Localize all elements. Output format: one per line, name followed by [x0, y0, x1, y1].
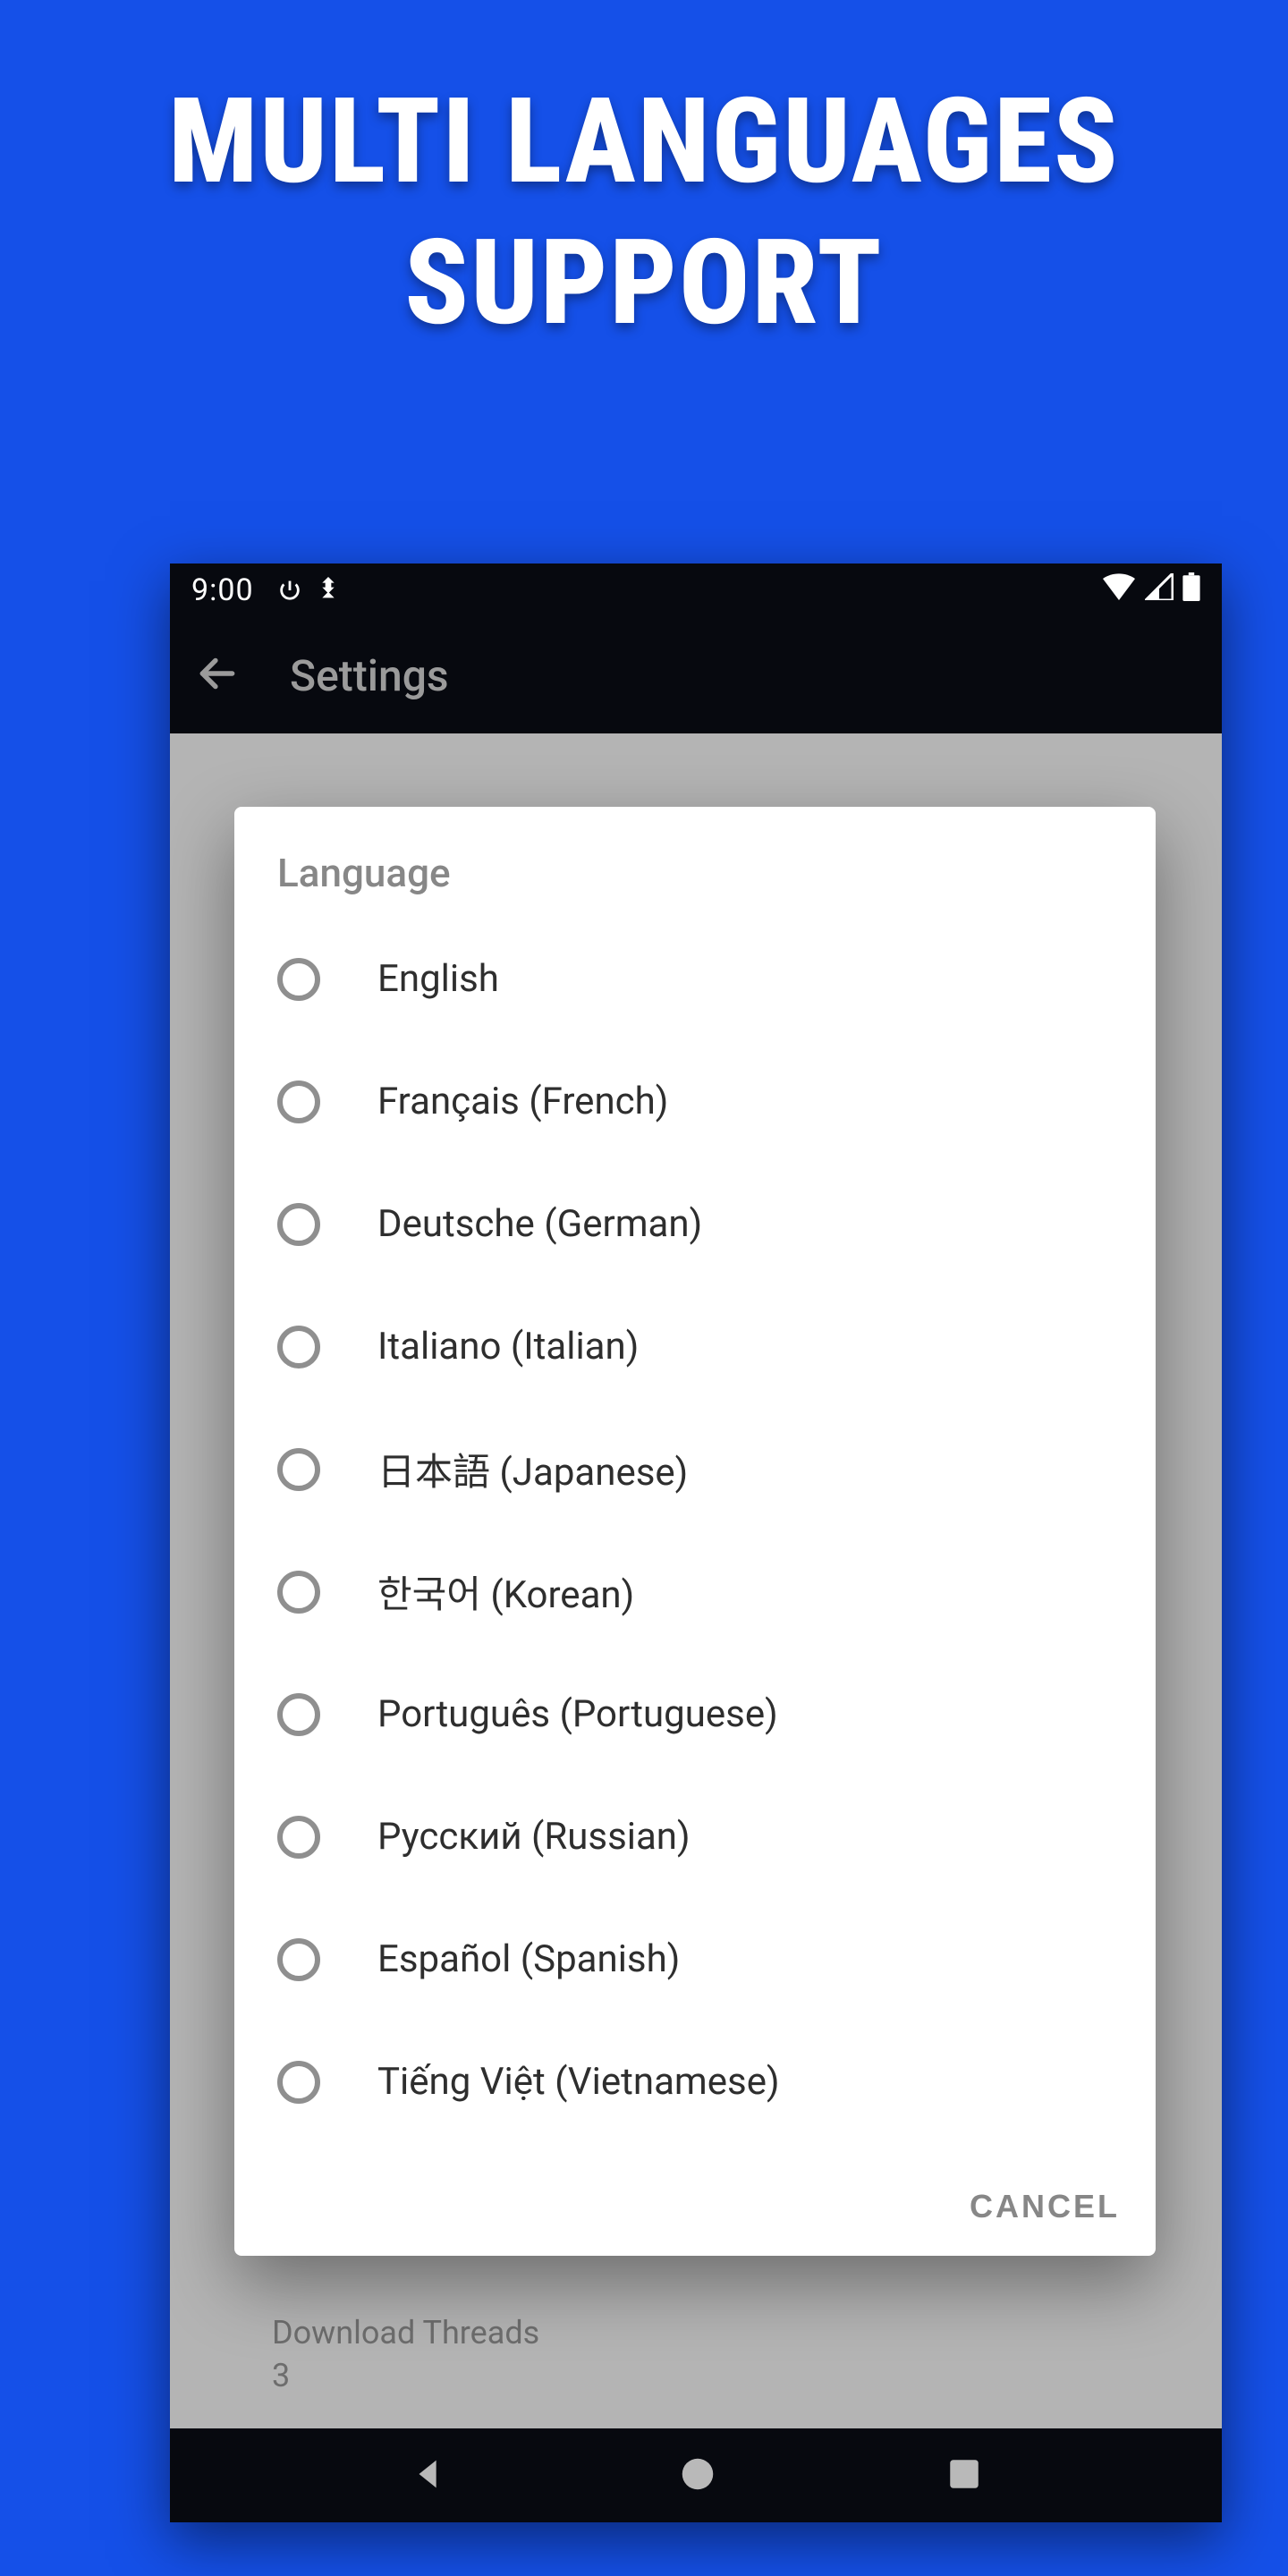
download-threads-label: Download Threads — [272, 2311, 898, 2355]
app-bar: Settings — [170, 617, 1222, 733]
download-threads-value: 3 — [272, 2354, 898, 2398]
power-icon — [277, 578, 302, 603]
radio-icon — [277, 958, 320, 1001]
radio-icon — [277, 1693, 320, 1736]
language-option[interactable]: Русский (Russian) — [267, 1775, 1123, 1898]
cell-signal-icon — [1145, 572, 1174, 608]
language-option-label: Deutsche (German) — [377, 1202, 702, 1246]
language-option-label: Español (Spanish) — [377, 1937, 680, 1981]
language-option[interactable]: Português (Portuguese) — [267, 1653, 1123, 1775]
language-option-label: 한국어 (Korean) — [377, 1564, 634, 1619]
radio-icon — [277, 1938, 320, 1981]
download-threads-row: Download Threads 3 — [272, 2311, 898, 2398]
language-option-label: English — [377, 957, 499, 1001]
language-option-label: Português (Portuguese) — [377, 1692, 778, 1736]
back-arrow-icon[interactable] — [195, 651, 240, 699]
appbar-title: Settings — [290, 650, 449, 701]
radio-icon — [277, 1326, 320, 1368]
language-option[interactable]: Italiano (Italian) — [267, 1285, 1123, 1408]
status-clock: 9:00 — [191, 572, 254, 608]
phone-frame: 9:00 Settings Download Threads — [170, 564, 1222, 2522]
language-option-label: 日本語 (Japanese) — [377, 1442, 688, 1496]
status-bar: 9:00 — [170, 564, 1222, 617]
promo-line2: SUPPORT — [0, 213, 1288, 354]
promo-heading: MULTI LANGUAGES SUPPORT — [0, 0, 1288, 355]
battery-icon — [1182, 572, 1200, 609]
radio-icon — [277, 1816, 320, 1859]
cancel-button[interactable]: CANCEL — [970, 2188, 1120, 2225]
radio-icon — [277, 1571, 320, 1614]
dialog-title: Language — [234, 807, 1156, 918]
language-option[interactable]: English — [267, 918, 1123, 1040]
radio-icon — [277, 2061, 320, 2104]
language-option[interactable]: Français (French) — [267, 1040, 1123, 1163]
language-option[interactable]: Deutsche (German) — [267, 1163, 1123, 1285]
promo-line1: MULTI LANGUAGES — [0, 72, 1288, 213]
language-option[interactable]: 日本語 (Japanese) — [267, 1408, 1123, 1530]
nav-recent-icon[interactable] — [945, 2455, 983, 2496]
language-option[interactable]: Español (Spanish) — [267, 1898, 1123, 2021]
language-option-label: Italiano (Italian) — [377, 1325, 639, 1368]
language-option[interactable]: 한국어 (Korean) — [267, 1530, 1123, 1653]
system-nav-bar — [170, 2428, 1222, 2522]
download-icon — [318, 577, 338, 604]
language-option-label: Français (French) — [377, 1080, 668, 1123]
radio-icon — [277, 1080, 320, 1123]
nav-back-icon[interactable] — [409, 2453, 450, 2498]
radio-icon — [277, 1448, 320, 1491]
language-option-label: Tiếng Việt (Vietnamese) — [377, 2060, 780, 2104]
radio-icon — [277, 1203, 320, 1246]
wifi-icon — [1102, 572, 1136, 608]
language-dialog: Language English Français (French) Deutsch… — [234, 807, 1156, 2256]
language-option-label: Русский (Russian) — [377, 1815, 691, 1859]
language-option[interactable]: Tiếng Việt (Vietnamese) — [267, 2021, 1123, 2143]
nav-home-icon[interactable] — [677, 2453, 718, 2498]
